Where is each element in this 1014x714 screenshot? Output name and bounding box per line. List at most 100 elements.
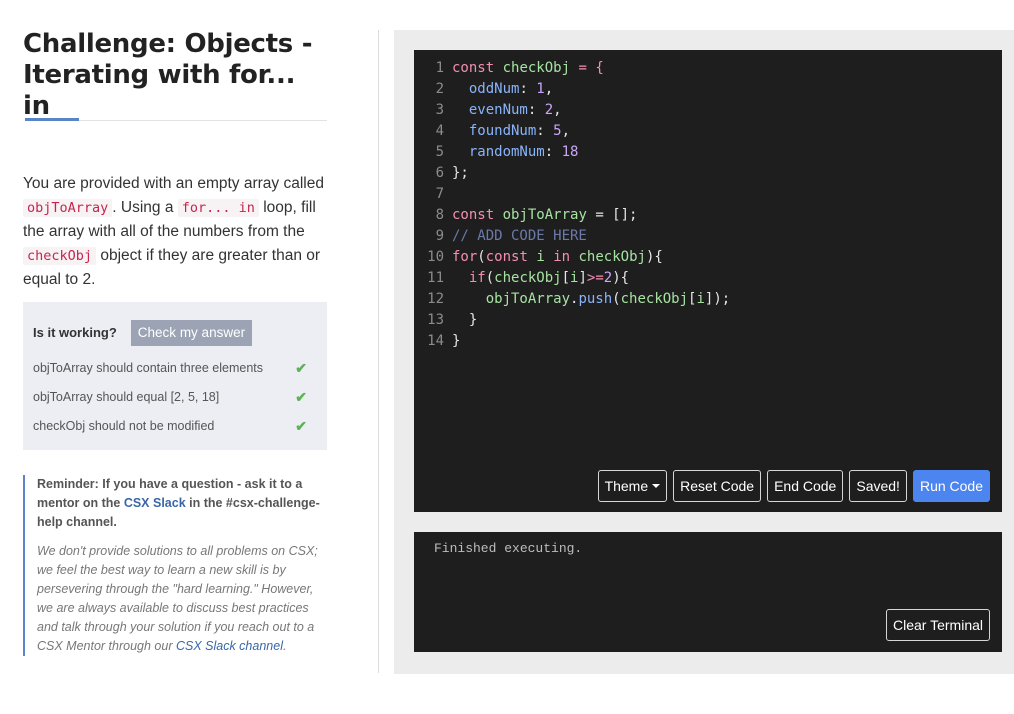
test-text: checkObj should not be modified (33, 419, 215, 433)
reset-code-button[interactable]: Reset Code (673, 470, 762, 502)
keyword: const (452, 207, 495, 223)
number: 2 (544, 102, 554, 118)
run-code-button[interactable]: Run Code (912, 470, 990, 502)
line-number: 2 (435, 81, 444, 97)
line-number: 12 (427, 291, 444, 307)
saved-button[interactable]: Saved! (849, 470, 907, 502)
tests-label: Is it working? (33, 325, 117, 340)
test-item: objToArray should equal [2, 5, 18] ✔ (33, 389, 307, 405)
terminal-output: Finished executing. Clear Terminal (414, 532, 1002, 652)
number: 5 (553, 123, 562, 139)
reminder-note: We don't provide solutions to all proble… (37, 542, 327, 656)
number: 2 (603, 270, 613, 286)
line-number: 8 (435, 207, 444, 223)
code-line[interactable]: 5 randomNum: 18 (422, 142, 730, 163)
code-line[interactable]: 12 objToArray.push(checkObj[i]); (422, 289, 730, 310)
punct: }; (452, 165, 469, 181)
code-line[interactable]: 13 } (422, 310, 730, 331)
line-number: 7 (435, 186, 444, 202)
reminder-strong: Reminder: If you have a question - ask i… (37, 475, 327, 532)
description-text: . Using a (112, 199, 178, 216)
code-line[interactable]: 14} (422, 331, 730, 352)
test-item: objToArray should contain three elements… (33, 360, 307, 376)
instructions-panel: Challenge: Objects - Iterating with for.… (23, 0, 327, 714)
challenge-description: You are provided with an empty array cal… (23, 172, 327, 292)
identifier: i (696, 291, 705, 307)
identifier: checkObj (502, 60, 571, 76)
reminder-note-text: We don't provide solutions to all proble… (37, 544, 318, 653)
number: 18 (561, 144, 579, 160)
editor-toolbar: Theme Reset Code End Code Saved! Run Cod… (597, 470, 990, 502)
test-item: checkObj should not be modified ✔ (33, 418, 307, 434)
panel-divider (378, 30, 379, 673)
identifier: objToArray (502, 207, 587, 223)
line-number: 13 (427, 312, 444, 328)
keyword: for (452, 249, 478, 265)
clear-terminal-button[interactable]: Clear Terminal (886, 609, 990, 641)
comment: // ADD CODE HERE (452, 228, 587, 244)
test-text: objToArray should contain three elements (33, 361, 263, 375)
caret-down-icon (652, 484, 661, 488)
line-number: 5 (435, 144, 444, 160)
end-code-button[interactable]: End Code (767, 470, 844, 502)
identifier: i (536, 249, 545, 265)
check-icon: ✔ (295, 418, 307, 434)
check-answer-button[interactable]: Check my answer (130, 319, 253, 346)
csx-slack-link[interactable]: CSX Slack (124, 496, 186, 510)
workspace-panel: 1 const checkObj = { 2 oddNum: 1, 3 evenN… (394, 30, 1014, 674)
punct: } (468, 312, 478, 328)
tests-header: Is it working? Check my answer (33, 319, 253, 346)
line-number: 10 (427, 249, 444, 265)
punct: = { (570, 60, 604, 76)
title-accent-bar (25, 118, 79, 121)
property: foundNum (468, 123, 537, 139)
code-line[interactable]: 4 foundNum: 5, (422, 121, 730, 142)
code-editor[interactable]: 1 const checkObj = { 2 oddNum: 1, 3 evenN… (414, 50, 1002, 512)
check-icon: ✔ (295, 360, 307, 376)
code-line[interactable]: 3 evenNum: 2, (422, 100, 730, 121)
keyword: const (485, 249, 528, 265)
code-lines[interactable]: 1 const checkObj = { 2 oddNum: 1, 3 evenN… (422, 58, 730, 352)
inline-code: checkObj (23, 247, 97, 265)
identifier: checkObj (578, 249, 646, 265)
line-number: 1 (435, 60, 444, 76)
csx-slack-channel-link[interactable]: CSX Slack channel (176, 639, 283, 653)
line-number: 4 (435, 123, 444, 139)
punct: = []; (586, 207, 638, 223)
line-number: 3 (435, 102, 444, 118)
property: randomNum (468, 144, 545, 160)
code-line[interactable]: 9 // ADD CODE HERE (422, 226, 730, 247)
identifier: i (570, 270, 579, 286)
code-line[interactable]: 6}; (422, 163, 730, 184)
keyword: const (452, 60, 495, 76)
check-icon: ✔ (295, 389, 307, 405)
inline-code: objToArray (23, 199, 113, 217)
description-text: You are provided with an empty array cal… (23, 175, 324, 192)
line-number: 6 (435, 165, 444, 181)
identifier: objToArray (485, 291, 571, 307)
number: 1 (536, 81, 545, 97)
method: push (578, 291, 613, 307)
code-line[interactable]: 10 for(const i in checkObj){ (422, 247, 730, 268)
page-title: Challenge: Objects - Iterating with for.… (23, 29, 313, 121)
line-number: 14 (427, 333, 444, 349)
keyword: in (553, 249, 571, 265)
reminder-note-text: . (282, 639, 287, 653)
test-text: objToArray should equal [2, 5, 18] (33, 390, 220, 404)
code-line[interactable]: 8 const objToArray = []; (422, 205, 730, 226)
reminder-block: Reminder: If you have a question - ask i… (23, 475, 327, 656)
identifier: checkObj (620, 291, 689, 307)
code-line[interactable]: 11 if(checkObj[i]>=2){ (422, 268, 730, 289)
theme-label: Theme (604, 478, 649, 494)
keyword: if (468, 270, 486, 286)
code-line[interactable]: 7 (422, 184, 730, 205)
code-line[interactable]: 2 oddNum: 1, (422, 79, 730, 100)
property: oddNum (468, 81, 520, 97)
theme-dropdown-button[interactable]: Theme (597, 470, 668, 502)
tests-panel: Is it working? Check my answer objToArra… (23, 302, 327, 450)
identifier: checkObj (494, 270, 562, 286)
line-number: 11 (427, 270, 444, 286)
line-number: 9 (435, 228, 444, 244)
code-line[interactable]: 1 const checkObj = { (422, 58, 730, 79)
property: evenNum (468, 102, 528, 118)
